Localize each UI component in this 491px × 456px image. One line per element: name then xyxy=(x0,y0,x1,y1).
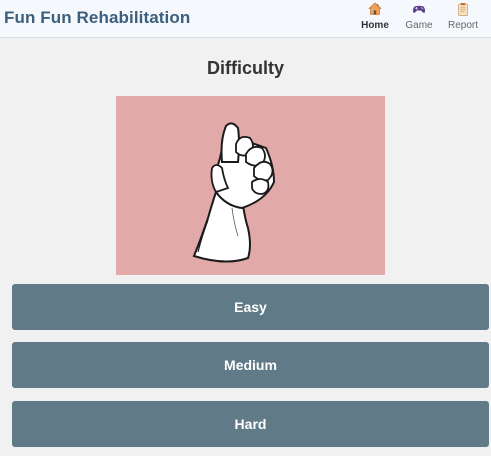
easy-button[interactable]: Easy xyxy=(12,284,489,330)
hand-gesture-icon xyxy=(192,122,276,263)
gamepad-icon xyxy=(413,5,425,13)
medium-button[interactable]: Medium xyxy=(12,342,489,388)
nav-game[interactable]: Game xyxy=(397,2,441,36)
clipboard-icon xyxy=(458,3,468,16)
nav-game-label: Game xyxy=(405,20,433,31)
home-icon xyxy=(368,2,382,15)
hard-button[interactable]: Hard xyxy=(12,401,489,447)
top-nav: Home Game Report xyxy=(353,2,485,36)
nav-home-label: Home xyxy=(361,20,389,31)
app-title: Fun Fun Rehabilitation xyxy=(4,8,191,27)
page-title: Difficulty xyxy=(206,58,284,78)
nav-home[interactable]: Home xyxy=(353,2,397,36)
nav-report-label: Report xyxy=(447,20,478,31)
nav-report[interactable]: Report xyxy=(441,2,485,36)
top-header: Fun Fun Rehabilitation Home Game Report xyxy=(0,0,491,38)
hand-gesture-image xyxy=(116,96,385,275)
